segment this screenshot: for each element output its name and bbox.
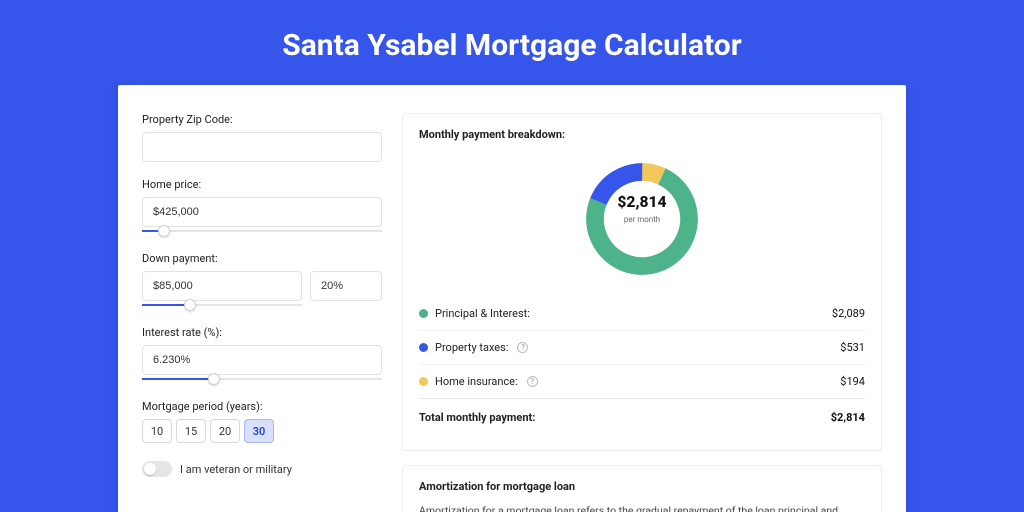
- home-price-input[interactable]: [142, 197, 382, 227]
- amortization-body: Amortization for a mortgage loan refers …: [419, 503, 865, 512]
- interest-rate-slider[interactable]: [142, 374, 382, 384]
- legend-total-label: Total monthly payment:: [419, 411, 535, 424]
- period-15-button[interactable]: 15: [176, 419, 206, 443]
- legend-pi-label: Principal & Interest:: [435, 307, 530, 320]
- breakdown-title: Monthly payment breakdown:: [419, 128, 865, 141]
- info-icon[interactable]: ?: [517, 342, 528, 353]
- legend-ins-label: Home insurance:: [435, 375, 518, 388]
- zip-field: Property Zip Code:: [142, 113, 382, 162]
- donut-amount: $2,814: [604, 195, 681, 213]
- down-payment-field: Down payment:: [142, 252, 382, 310]
- legend-ins-value: $194: [840, 375, 865, 388]
- mortgage-period-label: Mortgage period (years):: [142, 400, 382, 413]
- page-title: Santa Ysabel Mortgage Calculator: [0, 0, 1024, 85]
- period-30-button[interactable]: 30: [244, 419, 274, 443]
- home-price-slider[interactable]: [142, 226, 382, 236]
- veteran-label: I am veteran or military: [180, 463, 292, 476]
- legend-row-total: Total monthly payment: $2,814: [419, 398, 865, 434]
- donut-sub: per month: [604, 213, 681, 225]
- down-payment-pct-input[interactable]: [310, 271, 382, 301]
- legend-tax-label: Property taxes:: [435, 341, 508, 354]
- legend-row-ins: Home insurance: ? $194: [419, 364, 865, 398]
- results-column: Monthly payment breakdown: $2,814 per mo…: [402, 113, 882, 512]
- down-payment-slider[interactable]: [142, 300, 302, 310]
- info-icon[interactable]: ?: [527, 376, 538, 387]
- zip-label: Property Zip Code:: [142, 113, 382, 126]
- down-payment-label: Down payment:: [142, 252, 382, 265]
- donut-chart: $2,814 per month: [419, 151, 865, 297]
- mortgage-period-field: Mortgage period (years): 10 15 20 30: [142, 400, 382, 443]
- veteran-toggle[interactable]: [142, 461, 172, 477]
- veteran-row: I am veteran or military: [142, 461, 382, 477]
- calculator-card: Property Zip Code: Home price: Down paym…: [118, 85, 906, 512]
- period-buttons: 10 15 20 30: [142, 419, 382, 443]
- down-payment-input[interactable]: [142, 271, 302, 301]
- legend-row-pi: Principal & Interest: $2,089: [419, 297, 865, 330]
- period-10-button[interactable]: 10: [142, 419, 172, 443]
- zip-input[interactable]: [142, 132, 382, 162]
- interest-rate-label: Interest rate (%):: [142, 326, 382, 339]
- interest-rate-field: Interest rate (%):: [142, 326, 382, 384]
- breakdown-panel: Monthly payment breakdown: $2,814 per mo…: [402, 113, 882, 451]
- home-price-label: Home price:: [142, 178, 382, 191]
- interest-rate-input[interactable]: [142, 345, 382, 375]
- home-price-field: Home price:: [142, 178, 382, 236]
- amortization-panel: Amortization for mortgage loan Amortizat…: [402, 465, 882, 512]
- legend-total-value: $2,814: [831, 411, 865, 424]
- swatch-pi: [419, 309, 428, 318]
- amortization-title: Amortization for mortgage loan: [419, 480, 865, 493]
- legend-pi-value: $2,089: [832, 307, 865, 320]
- legend-row-tax: Property taxes: ? $531: [419, 330, 865, 364]
- swatch-tax: [419, 343, 428, 352]
- donut-svg: $2,814 per month: [580, 157, 704, 281]
- inputs-column: Property Zip Code: Home price: Down paym…: [142, 113, 382, 512]
- legend: Principal & Interest: $2,089 Property ta…: [419, 297, 865, 434]
- period-20-button[interactable]: 20: [210, 419, 240, 443]
- legend-tax-value: $531: [840, 341, 865, 354]
- swatch-ins: [419, 377, 428, 386]
